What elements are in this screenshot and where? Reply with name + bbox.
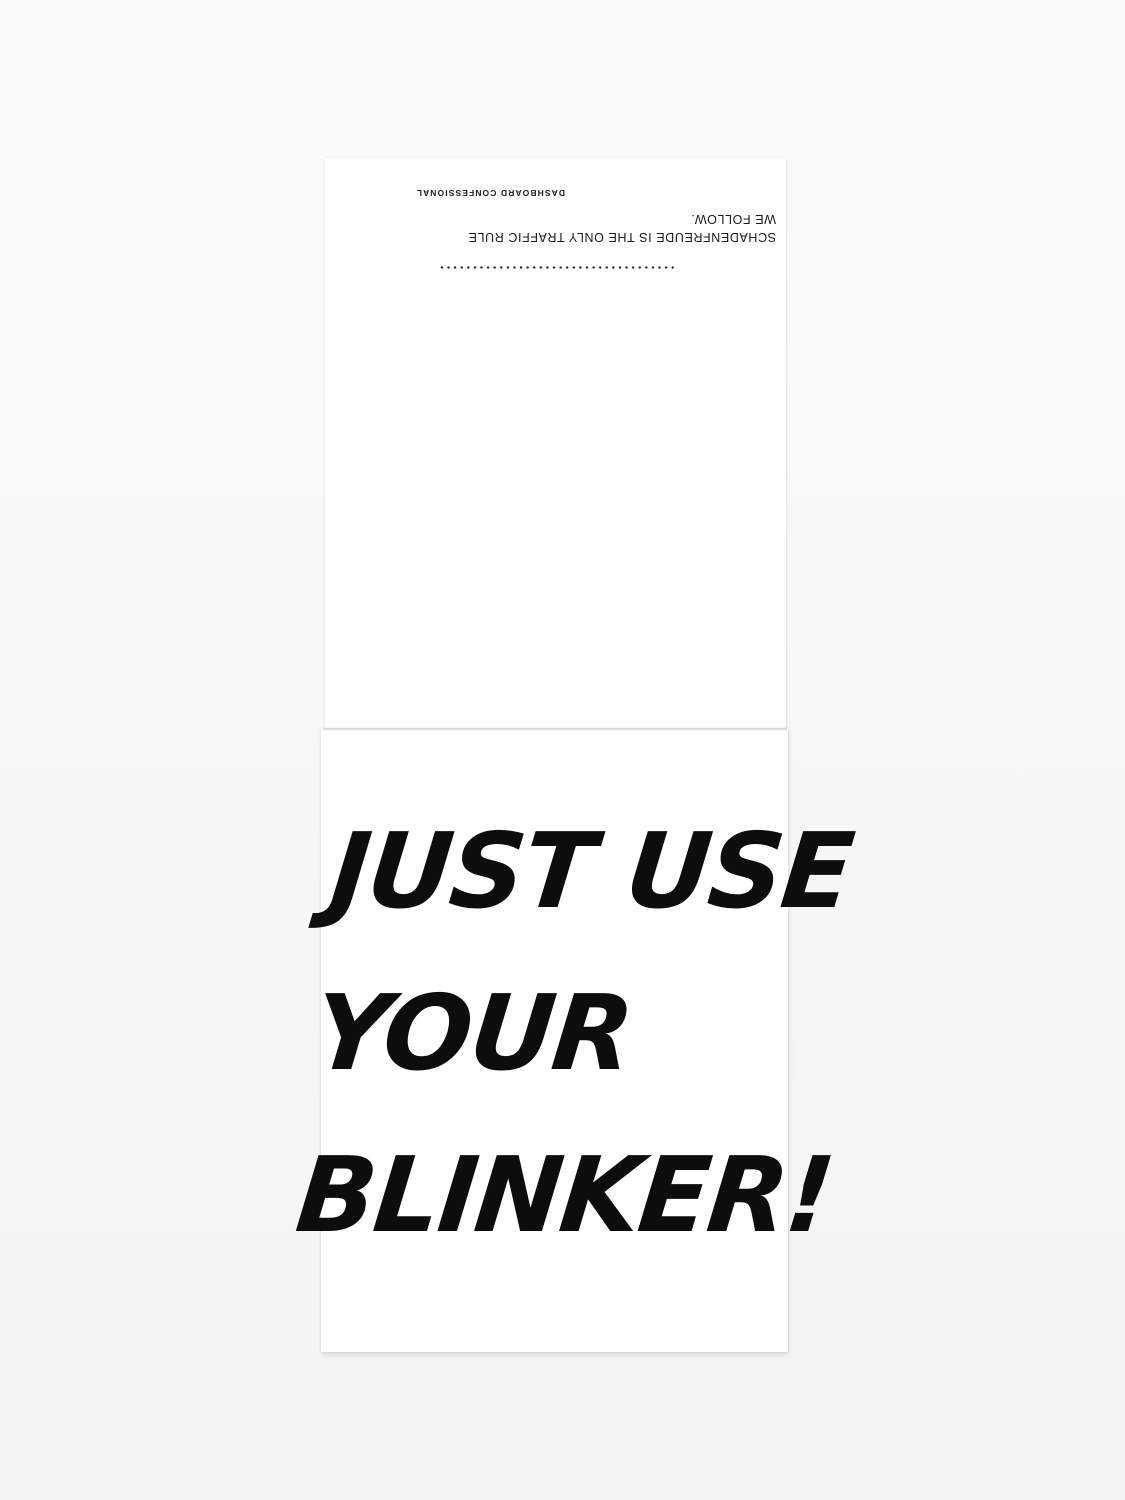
upside-down-message: SCHADENFREUDE IS THE ONLY TRAFFIC RULE W… <box>330 180 780 280</box>
headline-line-3: BLINKER! <box>291 1134 839 1256</box>
card-headline: JUST USE YOUR BLINKER! <box>289 790 858 1276</box>
headline-line-1: JUST USE <box>325 810 858 932</box>
headline-line-2: YOUR <box>308 972 638 1094</box>
photo-scene: SCHADENFREUDE IS THE ONLY TRAFFIC RULE W… <box>0 0 1125 1500</box>
dotted-divider <box>440 266 676 269</box>
quote-text: SCHADENFREUDE IS THE ONLY TRAFFIC RULE W… <box>468 210 776 246</box>
brand-label: DASHBOARD CONFESSIONAL <box>415 188 565 198</box>
quote-line-2: WE FOLLOW. <box>690 212 776 226</box>
quote-line-1: SCHADENFREUDE IS THE ONLY TRAFFIC RULE <box>467 230 776 244</box>
card-fold-line <box>323 728 787 731</box>
